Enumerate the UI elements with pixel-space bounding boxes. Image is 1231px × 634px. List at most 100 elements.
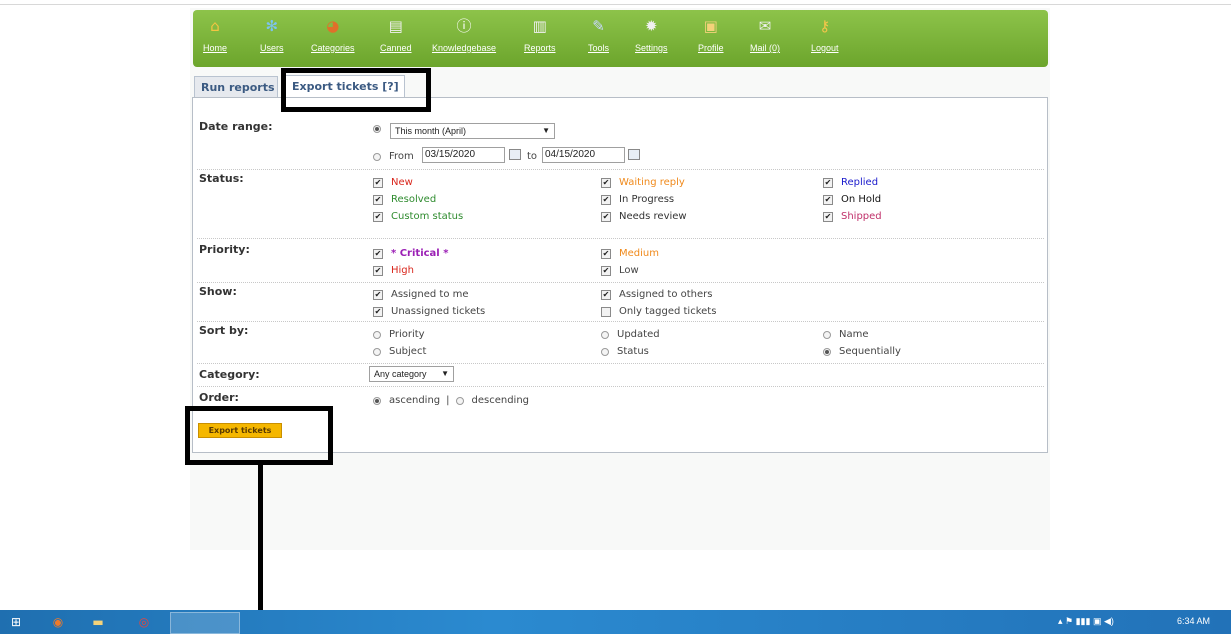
order-ascending-radio[interactable] [373,396,381,405]
priority-option[interactable]: ✔ Low [601,265,639,276]
priority-option[interactable]: ✔ Medium [601,248,659,259]
date-to-input[interactable]: 04/15/2020 [542,147,625,163]
system-tray-icons[interactable]: ▴ ⚑ ▮▮▮ ▣ ◀) [1058,616,1114,627]
checkbox[interactable]: ✔ [823,177,833,188]
nav-home[interactable]: ⌂ Home [203,16,227,53]
sort-option[interactable]: Priority [373,329,425,340]
checkbox[interactable]: ✔ [373,306,383,317]
status-text: Resolved [391,194,437,205]
show-text: Assigned to me [391,289,469,300]
nav-logout[interactable]: ⚷ Logout [811,16,839,53]
priority-option[interactable]: ✔ High [373,265,414,276]
sort-option[interactable]: Status [601,346,649,357]
category-select[interactable]: Any category ▼ [369,366,454,382]
date-preset-select[interactable]: This month (April) ▼ [390,123,555,139]
checkbox[interactable]: ✔ [823,211,833,222]
file-explorer-icon[interactable]: ▬ [90,614,106,630]
nav-settings[interactable]: ✹ Settings [635,16,668,53]
nav-users[interactable]: ✻ Users [260,16,284,53]
priority-option[interactable]: ✔ * Critical * [373,248,448,259]
date-preset-radio[interactable] [373,125,381,133]
canned-document-icon: ▤ [388,17,403,35]
logout-key-icon: ⚷ [819,17,831,35]
knowledgebase-info-icon: ⓘ [456,17,472,35]
radio[interactable] [373,330,381,339]
radio[interactable] [823,330,831,339]
users-icon: ✻ [265,17,279,35]
status-text: New [391,177,413,188]
checkbox[interactable]: ✔ [373,248,383,259]
nav-profile[interactable]: ▣ Profile [698,16,724,53]
status-option[interactable]: ✔ Custom status [373,211,463,222]
sort-option[interactable]: Subject [373,346,426,357]
show-option[interactable]: ✔ Unassigned tickets [373,306,485,317]
checkbox[interactable]: ✔ [601,289,611,300]
firefox-icon[interactable]: ◉ [50,614,66,630]
date-preset-option[interactable] [373,125,389,133]
calendar-icon[interactable] [509,149,521,160]
category-value: Any category [374,369,427,379]
radio[interactable] [823,347,831,356]
top-divider [0,4,1231,5]
status-option[interactable]: ✔ New [373,177,413,188]
checkbox[interactable]: ✔ [601,177,611,188]
order-label: Order: [199,391,239,404]
sort-option[interactable]: Updated [601,329,660,340]
reports-document-icon: ▥ [532,17,547,35]
checkbox[interactable]: ✔ [373,194,383,205]
priority-label: Priority: [199,243,250,256]
sort-text: Priority [389,329,425,340]
status-option[interactable]: ✔ In Progress [601,194,674,205]
checkbox[interactable]: ✔ [823,194,833,205]
status-option[interactable]: ✔ Shipped [823,211,882,222]
mail-icon: ✉ [758,17,772,35]
settings-gear-icon: ✹ [644,17,658,35]
order-descending-radio[interactable] [455,396,464,405]
sort-option[interactable]: Name [823,329,869,340]
checkbox[interactable]: ✔ [373,211,383,222]
priority-text: * Critical * [391,248,449,259]
checkbox[interactable]: ✔ [373,177,383,188]
show-option[interactable]: ✔ Assigned to me [373,289,469,300]
status-option[interactable]: ✔ On Hold [823,194,881,205]
status-option[interactable]: ✔ Needs review [601,211,687,222]
status-option[interactable]: ✔ Resolved [373,194,436,205]
checkbox[interactable]: ✔ [601,265,611,276]
nav-reports[interactable]: ▥ Reports [524,16,556,53]
nav-tools[interactable]: ✎ Tools [588,16,609,53]
tab-run-reports[interactable]: Run reports [194,76,278,97]
checkbox[interactable]: ✔ [601,194,611,205]
checkbox[interactable]: ✔ [601,248,611,259]
category-label: Category: [199,368,260,381]
checkbox[interactable]: ✔ [601,211,611,222]
nav-canned[interactable]: ▤ Canned [380,16,412,53]
date-custom-option[interactable]: From [373,151,414,162]
status-option[interactable]: ✔ Waiting reply [601,177,685,188]
taskbar-clock[interactable]: 6:34 AM [1177,616,1210,626]
priority-text: Low [619,265,639,276]
nav-categories[interactable]: ◕ Categories [311,16,355,53]
date-custom-radio[interactable] [373,152,381,161]
windows-start-icon[interactable]: ⊞ [8,614,24,630]
order-ascending-option[interactable]: ascending | descending [373,395,529,406]
status-text: On Hold [841,194,882,205]
show-option[interactable]: Only tagged tickets [601,306,716,317]
calendar-icon[interactable] [628,149,640,160]
radio[interactable] [601,330,609,339]
nav-knowledgebase[interactable]: ⓘ Knowledgebase [432,16,496,53]
show-option[interactable]: ✔ Assigned to others [601,289,712,300]
sort-option[interactable]: Sequentially [823,346,901,357]
chevron-down-icon: ▼ [542,126,550,135]
status-option[interactable]: ✔ Replied [823,177,878,188]
sort-text: Subject [389,346,427,357]
nav-mail[interactable]: ✉ Mail (0) [750,16,780,53]
date-from-input[interactable]: 03/15/2020 [422,147,505,163]
active-taskbar-button[interactable] [170,612,240,634]
checkbox[interactable]: ✔ [373,289,383,300]
radio[interactable] [373,347,381,356]
radio[interactable] [601,347,609,356]
checkbox[interactable]: ✔ [373,265,383,276]
checkbox[interactable] [601,306,611,317]
chrome-icon[interactable]: ◎ [136,614,152,630]
show-text: Only tagged tickets [619,306,717,317]
